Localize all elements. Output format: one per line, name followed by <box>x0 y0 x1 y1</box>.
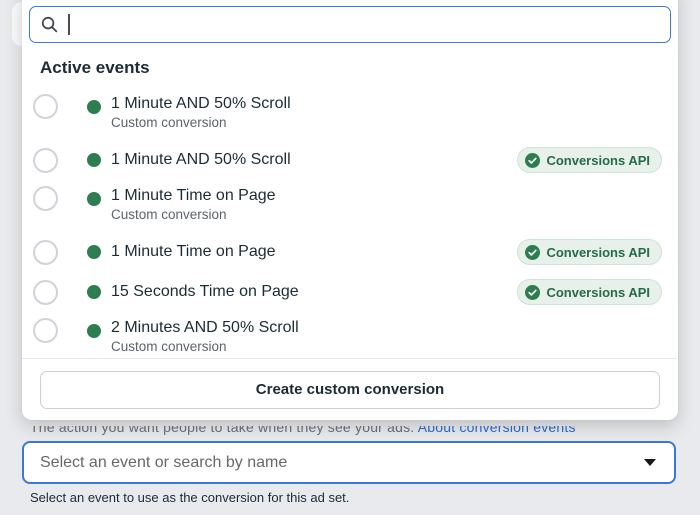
event-title: 15 Seconds Time on Page <box>111 282 299 302</box>
active-status-dot-icon <box>87 285 101 299</box>
radio-button[interactable] <box>33 280 58 305</box>
active-status-dot-icon <box>87 153 101 167</box>
select-placeholder: Select an event or search by name <box>40 454 644 472</box>
event-subtitle: Custom conversion <box>111 206 276 224</box>
event-subtitle: Custom conversion <box>111 114 291 132</box>
conversions-api-badge: Conversions API <box>517 147 662 173</box>
conversion-event-select[interactable]: Select an event or search by name <box>22 441 676 484</box>
active-status-dot-icon <box>87 192 101 206</box>
event-subtitle: Custom conversion <box>111 338 299 354</box>
select-caption: Select an event to use as the conversion… <box>30 490 349 505</box>
event-title: 2 Minutes AND 50% Scroll <box>111 318 299 338</box>
badge-label: Conversions API <box>546 245 650 260</box>
conversions-api-badge: Conversions API <box>517 279 662 305</box>
conversions-api-badge: Conversions API <box>517 239 662 265</box>
check-circle-icon <box>525 245 540 260</box>
active-status-dot-icon <box>87 245 101 259</box>
helper-text: The action you want people to take when … <box>30 426 414 435</box>
event-title: 1 Minute AND 50% Scroll <box>111 94 291 114</box>
search-input[interactable] <box>29 6 671 43</box>
radio-button[interactable] <box>33 94 58 119</box>
chevron-down-icon <box>644 459 656 466</box>
event-option[interactable]: 1 Minute AND 50% Scroll Conversions API <box>22 140 678 180</box>
badge-label: Conversions API <box>546 153 650 168</box>
event-list: 1 Minute AND 50% Scroll Custom conversio… <box>22 88 678 354</box>
radio-button[interactable] <box>33 148 58 173</box>
radio-button[interactable] <box>33 240 58 265</box>
helper-text-strip: The action you want people to take when … <box>30 426 680 436</box>
event-option[interactable]: 2 Minutes AND 50% Scroll Custom conversi… <box>22 312 678 354</box>
about-conversion-events-link[interactable]: About conversion events <box>418 426 576 435</box>
event-title: 1 Minute Time on Page <box>111 186 276 206</box>
dropdown-footer: Create custom conversion <box>22 358 678 420</box>
badge-label: Conversions API <box>546 285 650 300</box>
section-header: Active events <box>40 58 150 78</box>
radio-button[interactable] <box>33 186 58 211</box>
event-option[interactable]: 1 Minute Time on Page Custom conversion <box>22 180 678 232</box>
event-title: 1 Minute AND 50% Scroll <box>111 150 291 170</box>
check-circle-icon <box>525 153 540 168</box>
check-circle-icon <box>525 285 540 300</box>
create-custom-conversion-button[interactable]: Create custom conversion <box>40 371 660 409</box>
event-dropdown-panel: Active events 1 Minute AND 50% Scroll Cu… <box>22 0 678 420</box>
text-cursor <box>68 14 70 35</box>
event-title: 1 Minute Time on Page <box>111 242 276 262</box>
event-option[interactable]: 15 Seconds Time on Page Conversions API <box>22 272 678 312</box>
search-icon <box>40 15 59 34</box>
active-status-dot-icon <box>87 324 101 338</box>
active-status-dot-icon <box>87 100 101 114</box>
event-option[interactable]: 1 Minute AND 50% Scroll Custom conversio… <box>22 88 678 140</box>
radio-button[interactable] <box>33 318 58 343</box>
event-option[interactable]: 1 Minute Time on Page Conversions API <box>22 232 678 272</box>
